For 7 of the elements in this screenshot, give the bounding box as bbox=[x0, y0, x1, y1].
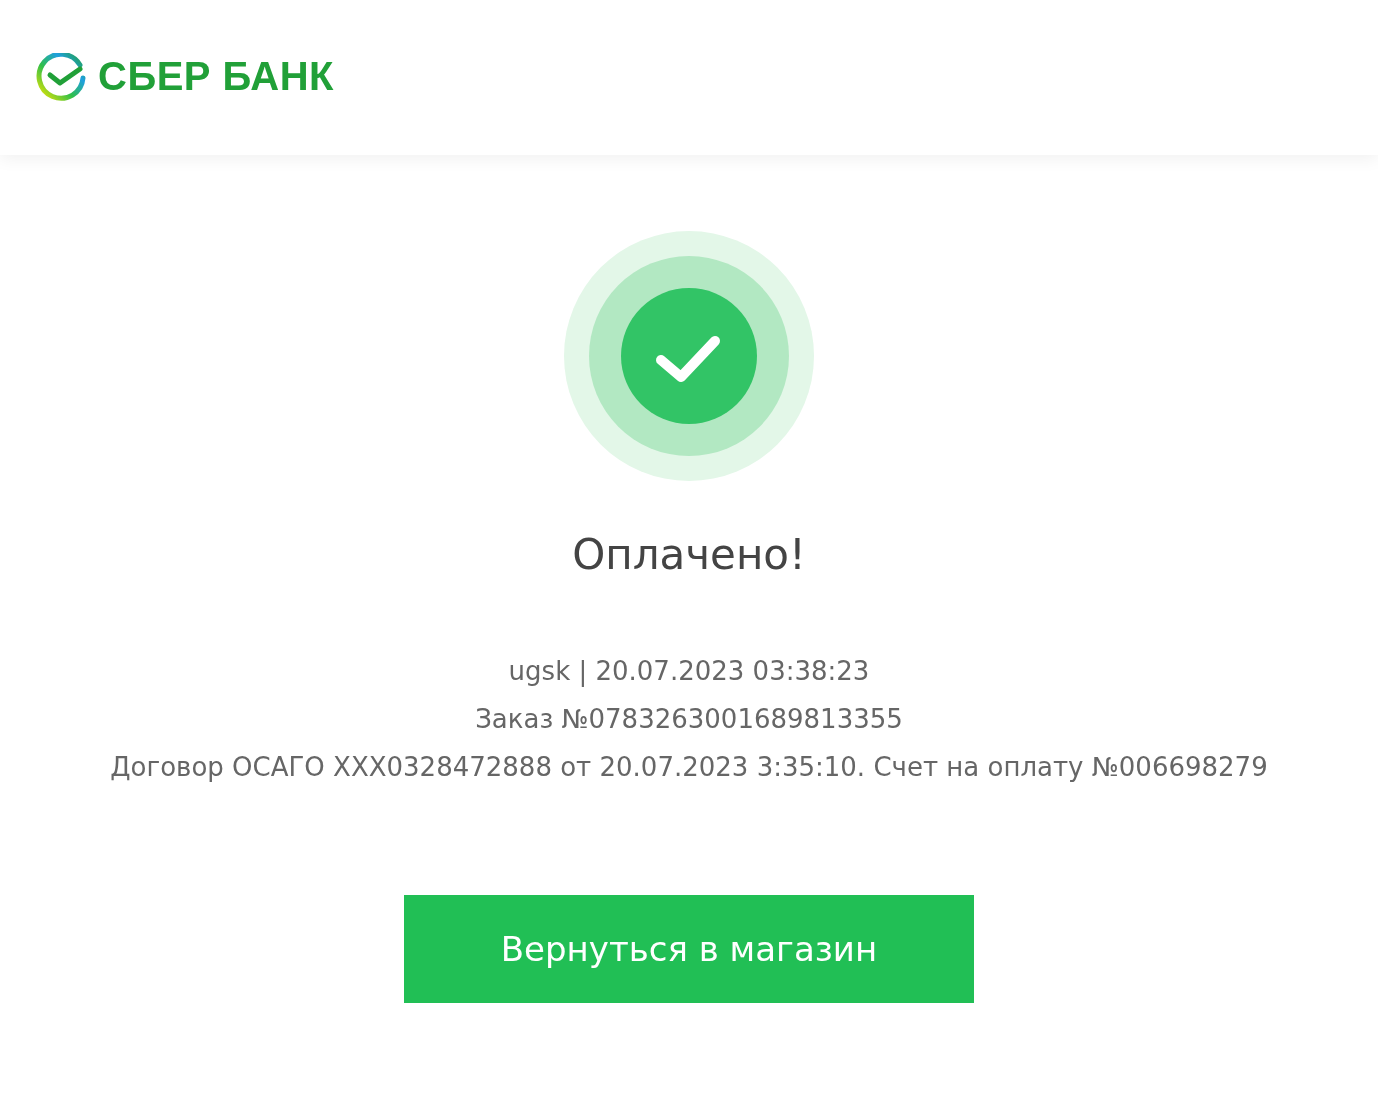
logo-icon bbox=[36, 52, 86, 103]
payment-detail: ugsk | 20.07.2023 03:38:23 bbox=[508, 655, 870, 689]
payment-detail: Договор ОСАГО XXX0328472888 от 20.07.2023 3:35:10. Счет на оплату №006698279 bbox=[110, 751, 1268, 784]
payment-detail: Заказ №0783263001689813355 bbox=[475, 703, 903, 736]
status-title: Оплачено! bbox=[572, 529, 806, 581]
logo-text: СБЕР БАНК bbox=[98, 54, 335, 99]
return-to-shop-button[interactable]: Вернуться в магазин bbox=[404, 895, 974, 1003]
